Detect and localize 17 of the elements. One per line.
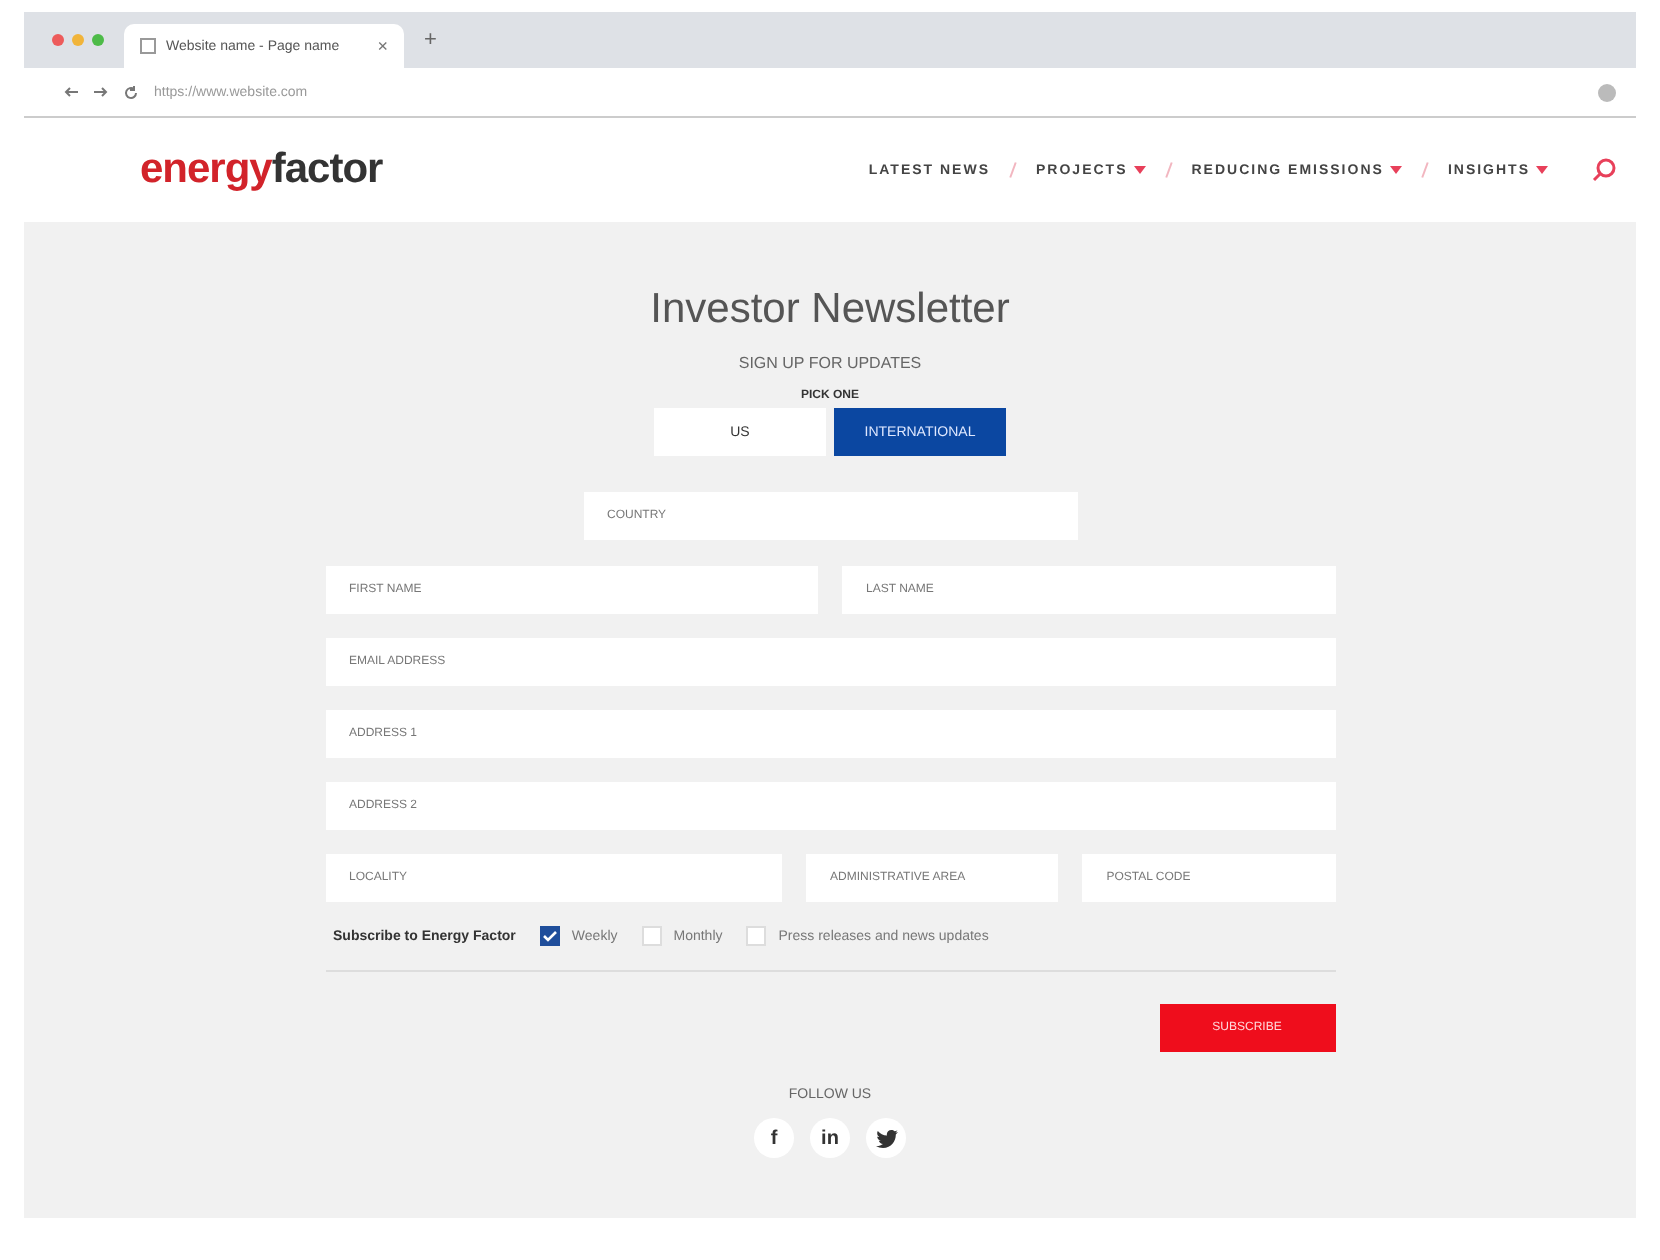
back-icon[interactable]	[64, 86, 78, 98]
reload-icon[interactable]	[124, 85, 138, 99]
page-icon	[140, 38, 156, 54]
forward-icon[interactable]	[94, 86, 108, 98]
new-tab-button[interactable]: +	[424, 28, 437, 52]
logo[interactable]: energyfactor	[140, 146, 383, 194]
page-title: Investor Newsletter	[650, 286, 1010, 334]
window-controls-icon[interactable]	[52, 34, 104, 46]
logo-text: energy	[140, 146, 272, 192]
close-tab-button[interactable]: ×	[377, 36, 388, 56]
social-link[interactable]: f	[754, 1118, 794, 1158]
logo-text: factor	[271, 146, 383, 192]
checkbox[interactable]	[539, 926, 560, 946]
subtitle: SIGN UP FOR UPDATES	[738, 354, 922, 372]
bird-icon[interactable]	[866, 1118, 906, 1158]
social-link[interactable]: in	[810, 1118, 850, 1158]
search-icon[interactable]	[1592, 158, 1616, 182]
